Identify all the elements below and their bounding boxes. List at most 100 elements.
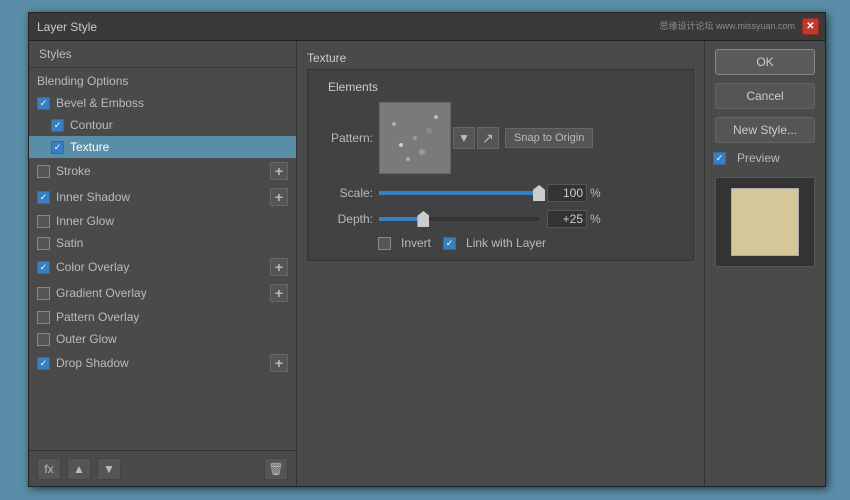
preview-box	[715, 177, 815, 267]
preview-checkbox[interactable]	[713, 152, 726, 165]
sidebar-item-gradient-overlay[interactable]: Gradient Overlay +	[29, 280, 296, 306]
pattern-label: Pattern:	[318, 131, 373, 145]
bottom-toolbar: fx ▲ ▼ 🗑	[29, 450, 296, 486]
outer-glow-label: Outer Glow	[56, 332, 117, 346]
drop-shadow-label: Drop Shadow	[56, 356, 129, 370]
link-layer-checkbox[interactable]	[443, 237, 456, 250]
scale-value-input[interactable]: 100	[547, 184, 587, 202]
drop-shadow-checkbox[interactable]	[37, 357, 50, 370]
inner-glow-checkbox[interactable]	[37, 215, 50, 228]
pattern-row: Pattern: ▼ ↗ Snap to Origin	[318, 102, 683, 174]
scale-thumb[interactable]	[533, 185, 545, 201]
inner-glow-label: Inner Glow	[56, 214, 114, 228]
invert-label: Invert	[401, 236, 431, 250]
inner-shadow-checkbox[interactable]	[37, 191, 50, 204]
stroke-add-button[interactable]: +	[270, 162, 288, 180]
texture-checkbox[interactable]	[51, 141, 64, 154]
elements-title: Elements	[318, 80, 683, 94]
title-bar: Layer Style 思缘设计论坛 www.missyuan.com ✕	[29, 13, 825, 41]
gradient-overlay-checkbox[interactable]	[37, 287, 50, 300]
gradient-overlay-add-button[interactable]: +	[270, 284, 288, 302]
snap-to-origin-button[interactable]: Snap to Origin	[505, 128, 593, 148]
depth-label: Depth:	[318, 212, 373, 226]
depth-row: Depth: +25 %	[318, 210, 683, 228]
sidebar-item-outer-glow[interactable]: Outer Glow	[29, 328, 296, 350]
move-down-button[interactable]: ▼	[97, 458, 121, 480]
pattern-overlay-checkbox[interactable]	[37, 311, 50, 324]
new-style-button[interactable]: New Style...	[715, 117, 815, 143]
down-icon: ▼	[103, 462, 115, 476]
bevel-emboss-label: Bevel & Emboss	[56, 96, 144, 110]
sidebar-item-bevel-emboss[interactable]: Bevel & Emboss	[29, 92, 296, 114]
inner-shadow-label: Inner Shadow	[56, 190, 130, 204]
invert-checkbox[interactable]	[378, 237, 391, 250]
texture-label: Texture	[70, 140, 109, 154]
left-panel: Styles Blending Options Bevel & Emboss C…	[29, 41, 297, 486]
watermark: 思缘设计论坛 www.missyuan.com	[659, 19, 795, 32]
pattern-dropdown-button[interactable]: ▼	[453, 127, 475, 149]
sidebar-item-color-overlay[interactable]: Color Overlay +	[29, 254, 296, 280]
checkbox-row: Invert Link with Layer	[318, 236, 683, 250]
sidebar-item-pattern-overlay[interactable]: Pattern Overlay	[29, 306, 296, 328]
sidebar-item-blending-options[interactable]: Blending Options	[29, 70, 296, 92]
depth-thumb[interactable]	[417, 211, 429, 227]
gradient-overlay-label: Gradient Overlay	[56, 286, 147, 300]
move-up-button[interactable]: ▲	[67, 458, 91, 480]
cancel-button[interactable]: Cancel	[715, 83, 815, 109]
section-title: Texture	[307, 51, 694, 65]
scale-label: Scale:	[318, 186, 373, 200]
stroke-checkbox[interactable]	[37, 165, 50, 178]
color-overlay-label: Color Overlay	[56, 260, 129, 274]
stroke-label: Stroke	[56, 164, 91, 178]
blending-options-label: Blending Options	[37, 74, 128, 88]
inner-shadow-add-button[interactable]: +	[270, 188, 288, 206]
scale-unit: %	[590, 186, 601, 200]
new-pattern-button[interactable]: ↗	[477, 127, 499, 149]
styles-header: Styles	[29, 41, 296, 68]
pattern-overlay-label: Pattern Overlay	[56, 310, 139, 324]
color-overlay-add-button[interactable]: +	[270, 258, 288, 276]
ok-button[interactable]: OK	[715, 49, 815, 75]
styles-label: Styles	[39, 47, 72, 61]
outer-glow-checkbox[interactable]	[37, 333, 50, 346]
right-panel: OK Cancel New Style... Preview	[705, 41, 825, 486]
link-layer-label: Link with Layer	[466, 236, 546, 250]
scale-slider[interactable]	[379, 191, 539, 195]
pattern-thumb-inner	[380, 103, 450, 173]
scale-row: Scale: 100 %	[318, 184, 683, 202]
delete-button[interactable]: 🗑	[264, 458, 288, 480]
color-overlay-checkbox[interactable]	[37, 261, 50, 274]
dialog-title: Layer Style	[37, 20, 97, 34]
bevel-emboss-checkbox[interactable]	[37, 97, 50, 110]
sidebar-item-contour[interactable]: Contour	[29, 114, 296, 136]
depth-unit: %	[590, 212, 601, 226]
scale-fill	[379, 191, 539, 195]
fx-button[interactable]: fx	[37, 458, 61, 480]
sidebar-item-drop-shadow[interactable]: Drop Shadow +	[29, 350, 296, 376]
layer-style-dialog: Layer Style 思缘设计论坛 www.missyuan.com ✕ St…	[28, 12, 826, 487]
contour-label: Contour	[70, 118, 113, 132]
fx-label: fx	[44, 462, 53, 476]
invert-check-item[interactable]: Invert	[378, 236, 431, 250]
up-icon: ▲	[73, 462, 85, 476]
contour-checkbox[interactable]	[51, 119, 64, 132]
satin-checkbox[interactable]	[37, 237, 50, 250]
depth-value-input[interactable]: +25	[547, 210, 587, 228]
sidebar-item-inner-glow[interactable]: Inner Glow	[29, 210, 296, 232]
center-panel: Texture Elements Pattern: ▼ ↗ Snap to Or…	[297, 41, 705, 486]
satin-label: Satin	[56, 236, 83, 250]
depth-slider[interactable]	[379, 217, 539, 221]
drop-shadow-add-button[interactable]: +	[270, 354, 288, 372]
layer-list: Blending Options Bevel & Emboss Contour …	[29, 68, 296, 450]
preview-check[interactable]: Preview	[713, 151, 780, 165]
pattern-thumbnail[interactable]	[379, 102, 451, 174]
close-button[interactable]: ✕	[802, 18, 819, 35]
sidebar-item-texture[interactable]: Texture	[29, 136, 296, 158]
sidebar-item-inner-shadow[interactable]: Inner Shadow +	[29, 184, 296, 210]
preview-inner	[731, 188, 799, 256]
link-layer-check-item[interactable]: Link with Layer	[443, 236, 546, 250]
sidebar-item-satin[interactable]: Satin	[29, 232, 296, 254]
preview-label: Preview	[737, 151, 780, 165]
texture-section: Elements Pattern: ▼ ↗ Snap to Origin Sca…	[307, 69, 694, 261]
sidebar-item-stroke[interactable]: Stroke +	[29, 158, 296, 184]
